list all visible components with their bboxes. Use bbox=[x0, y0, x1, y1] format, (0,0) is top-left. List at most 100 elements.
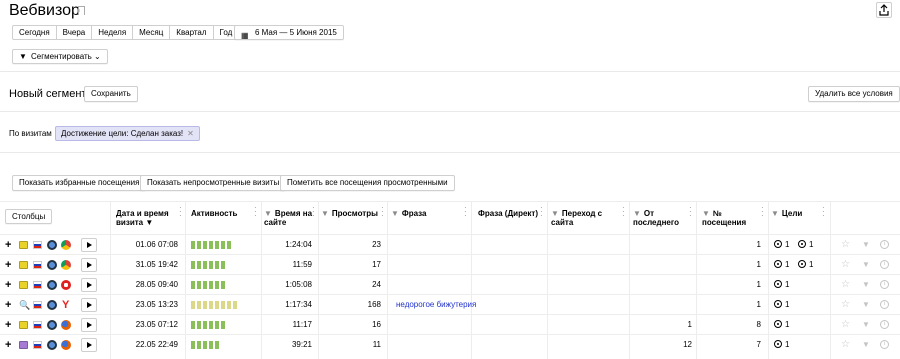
column-menu-icon[interactable]: · · · bbox=[254, 204, 257, 220]
column-menu-icon[interactable]: · · · bbox=[761, 204, 764, 220]
filter-icon: ▼ bbox=[19, 52, 27, 61]
info-icon[interactable]: i bbox=[880, 260, 889, 269]
goal-filter-chip[interactable]: Достижение цели: Сделан заказ! ✕ bbox=[55, 126, 200, 141]
expand-icon[interactable]: + bbox=[5, 335, 11, 355]
play-button[interactable] bbox=[81, 318, 97, 332]
flag-icon bbox=[33, 281, 42, 289]
target-icon bbox=[774, 340, 782, 348]
activity-segment bbox=[215, 281, 219, 289]
activity-segment bbox=[209, 281, 213, 289]
info-icon[interactable]: i bbox=[880, 300, 889, 309]
star-icon[interactable]: ☆ bbox=[841, 295, 850, 315]
star-icon[interactable]: ☆ bbox=[841, 255, 850, 275]
filter-icon[interactable]: ▼ bbox=[862, 275, 870, 295]
goal-count: 1 bbox=[809, 240, 814, 249]
calendar-icon: ▦ bbox=[241, 31, 249, 40]
date-range-button[interactable]: ▦ 6 Мая — 5 Июня 2015 bbox=[234, 25, 344, 40]
table-row: +31.05 19:42 11:59 17 1 1 1 ☆ ▼ i bbox=[0, 254, 900, 274]
activity-segment bbox=[203, 341, 207, 349]
goal-reached: 1 bbox=[774, 275, 789, 295]
save-segment-button[interactable]: Сохранить bbox=[84, 86, 138, 102]
expand-icon[interactable]: + bbox=[5, 275, 11, 295]
filter-icon[interactable]: ▼ bbox=[862, 315, 870, 335]
bookmark-icon[interactable] bbox=[78, 6, 85, 15]
star-icon[interactable]: ☆ bbox=[841, 275, 850, 295]
goal-count: 1 bbox=[785, 240, 790, 249]
time-on-site: 39:21 bbox=[291, 340, 312, 349]
since-last: 1 bbox=[687, 320, 692, 329]
activity-segment bbox=[203, 321, 207, 329]
play-button[interactable] bbox=[81, 238, 97, 252]
star-icon[interactable]: ☆ bbox=[841, 335, 850, 355]
activity-segment bbox=[233, 301, 237, 309]
activity-segment bbox=[197, 241, 201, 249]
header-goals-label: Цели bbox=[781, 209, 803, 218]
expand-icon[interactable]: + bbox=[5, 255, 11, 275]
filter-icon[interactable]: ▼ bbox=[862, 295, 870, 315]
column-menu-icon[interactable]: · · · bbox=[312, 204, 315, 220]
target-icon bbox=[774, 240, 782, 248]
play-button[interactable] bbox=[81, 338, 97, 352]
play-button[interactable] bbox=[81, 278, 97, 292]
info-icon[interactable]: i bbox=[880, 280, 889, 289]
play-button[interactable] bbox=[81, 298, 97, 312]
info-icon[interactable]: i bbox=[880, 320, 889, 329]
time-on-site: 1:24:04 bbox=[285, 240, 312, 249]
visit-date: 23.05 07:12 bbox=[135, 320, 178, 329]
os-icon bbox=[47, 300, 57, 310]
column-menu-icon[interactable]: · · · bbox=[822, 204, 825, 220]
close-icon[interactable]: ✕ bbox=[187, 129, 194, 138]
visit-number: 1 bbox=[756, 280, 761, 289]
column-menu-icon[interactable]: · · · bbox=[622, 204, 625, 220]
expand-icon[interactable]: + bbox=[5, 235, 11, 255]
segment-button[interactable]: ▼ Сегментировать ⌄ bbox=[12, 49, 108, 64]
filter-icon[interactable]: ▼ bbox=[862, 235, 870, 255]
remove-all-conditions-button[interactable]: Удалить все условия bbox=[808, 86, 900, 102]
column-menu-icon[interactable]: · · · bbox=[689, 204, 692, 220]
source-icon bbox=[19, 321, 28, 329]
visit-date: 01.06 07:08 bbox=[135, 240, 178, 249]
goal-count: 1 bbox=[785, 280, 790, 289]
info-icon[interactable]: i bbox=[880, 240, 889, 249]
star-icon[interactable]: ☆ bbox=[841, 235, 850, 255]
show-favorites-button[interactable]: Показать избранные посещения bbox=[12, 175, 147, 191]
mark-all-viewed-button[interactable]: Пометить все посещения просмотренными bbox=[280, 175, 455, 191]
visit-number: 8 bbox=[756, 320, 761, 329]
period-quarter[interactable]: Квартал bbox=[170, 26, 214, 39]
table-row: +22.05 22:49 39:21 11 12 7 1 ☆ ▼ i bbox=[0, 334, 900, 354]
divider bbox=[0, 111, 900, 112]
info-icon[interactable]: i bbox=[880, 340, 889, 349]
new-segment-title: Новый сегмент bbox=[9, 88, 87, 100]
expand-icon[interactable]: + bbox=[5, 315, 11, 335]
chevron-down-icon: ⌄ bbox=[94, 52, 101, 61]
target-icon bbox=[774, 260, 782, 268]
column-menu-icon[interactable]: · · · bbox=[179, 204, 182, 220]
filter-icon[interactable]: ▼ bbox=[862, 255, 870, 275]
period-month[interactable]: Месяц bbox=[133, 26, 171, 39]
column-menu-icon[interactable]: · · · bbox=[464, 204, 467, 220]
star-icon[interactable]: ☆ bbox=[841, 315, 850, 335]
visit-number: 1 bbox=[756, 300, 761, 309]
goal-reached: 1 bbox=[774, 235, 789, 255]
expand-icon[interactable]: + bbox=[5, 295, 11, 315]
period-today[interactable]: Сегодня bbox=[13, 26, 57, 39]
show-unviewed-button[interactable]: Показать непросмотренные визиты bbox=[140, 175, 287, 191]
yandex-browser-icon: Y bbox=[62, 299, 70, 311]
source-icon bbox=[19, 281, 28, 289]
column-menu-icon[interactable]: · · · bbox=[540, 204, 543, 220]
search-phrase-link[interactable]: недорогое бижутерия bbox=[396, 295, 476, 315]
column-menu-icon[interactable]: · · · bbox=[381, 204, 384, 220]
goal-reached: 1 bbox=[774, 335, 789, 355]
by-visits-label: По визитам bbox=[9, 129, 52, 138]
share-button[interactable] bbox=[876, 2, 892, 18]
activity-segment bbox=[191, 241, 195, 249]
columns-button[interactable]: Столбцы bbox=[5, 209, 53, 224]
play-button[interactable] bbox=[81, 258, 97, 272]
activity-segment bbox=[227, 241, 231, 249]
share-icon bbox=[879, 4, 889, 16]
visit-date: 23.05 13:23 bbox=[135, 300, 178, 309]
filter-icon[interactable]: ▼ bbox=[862, 335, 870, 355]
period-yesterday[interactable]: Вчера bbox=[57, 26, 93, 39]
period-week[interactable]: Неделя bbox=[92, 26, 134, 39]
goal-reached: 1 bbox=[798, 255, 813, 275]
